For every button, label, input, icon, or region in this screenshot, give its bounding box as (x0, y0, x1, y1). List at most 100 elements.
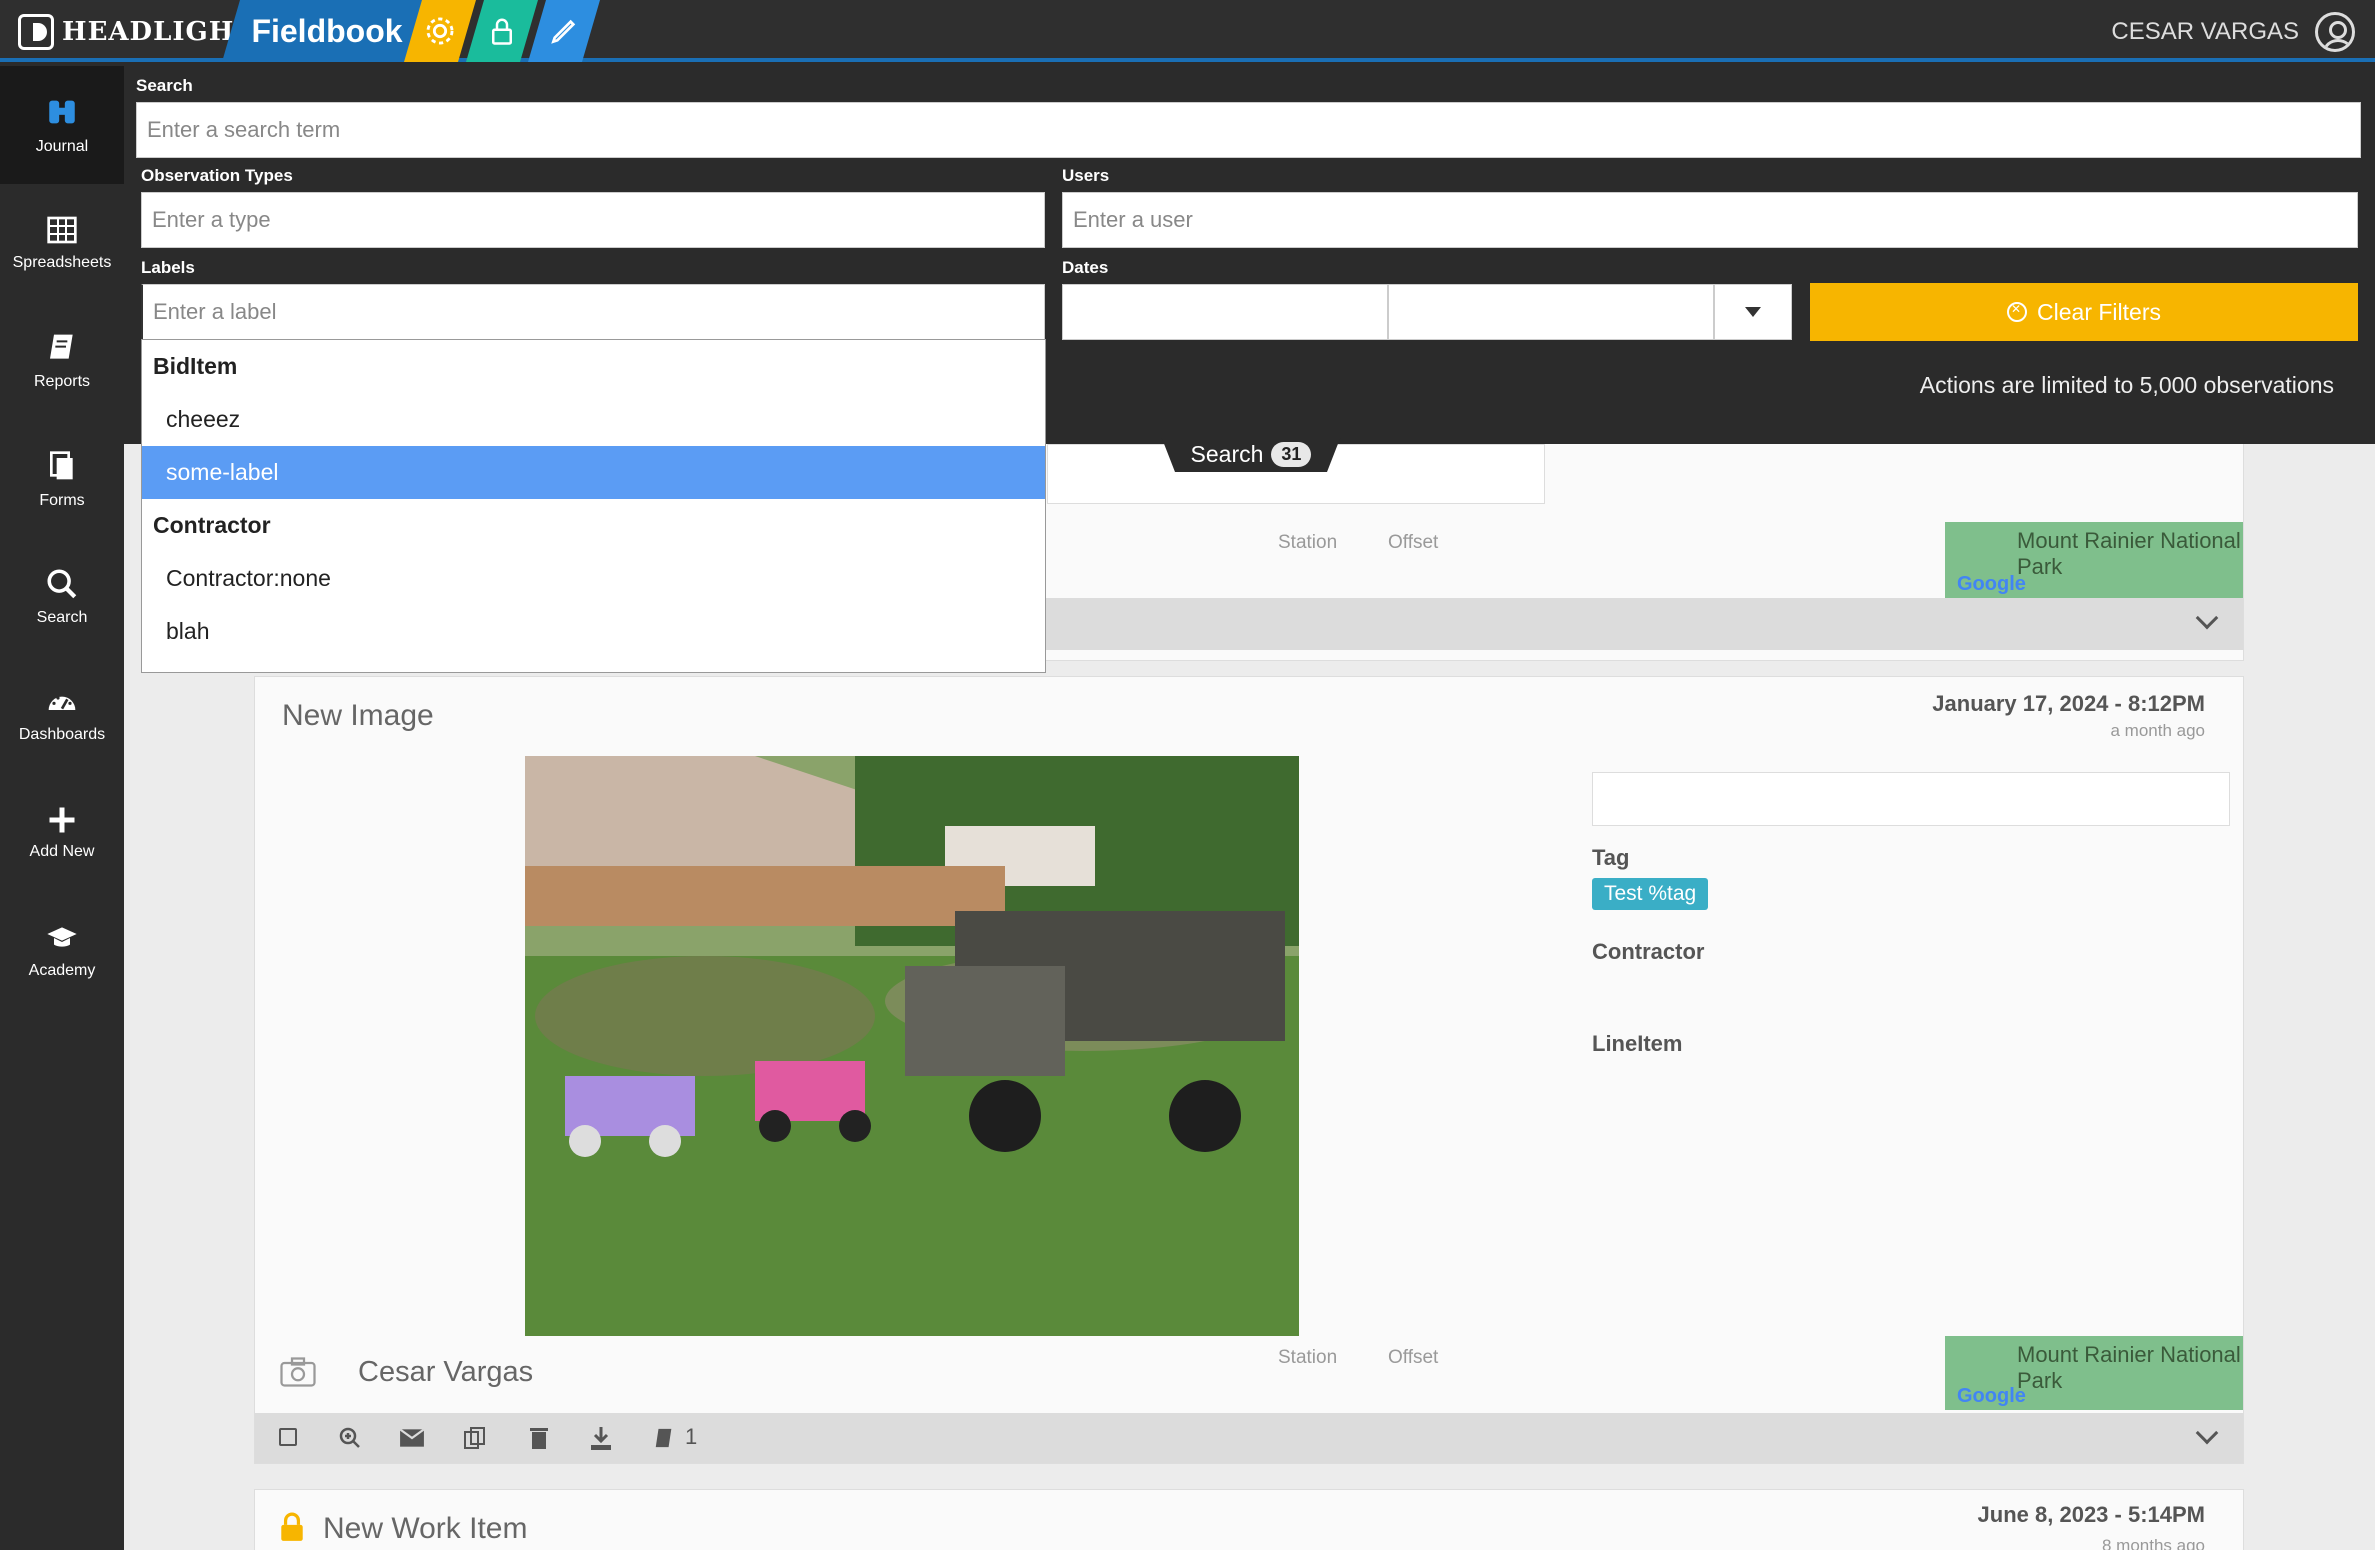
pen-icon (548, 15, 580, 47)
sidebar-item-label: Forms (39, 492, 85, 509)
dashboard-icon (48, 696, 76, 710)
sidebar-item-journal[interactable]: Journal (0, 66, 124, 184)
sidebar-item-label: Reports (33, 373, 91, 390)
search-results-tab[interactable]: Search 31 (1161, 436, 1341, 472)
sidebar-item-label: Academy (28, 962, 96, 979)
trash-icon[interactable] (529, 1426, 549, 1450)
gear-icon (423, 14, 457, 48)
start-date-input[interactable] (1062, 284, 1388, 340)
report-book-icon[interactable] (653, 1427, 675, 1449)
sidebar-item-forms[interactable]: Forms (0, 420, 124, 538)
dropdown-option[interactable]: cheeez (142, 393, 1045, 446)
user-avatar-icon (2315, 12, 2355, 52)
sidebar-item-reports[interactable]: Reports (0, 302, 124, 420)
chevron-down-icon[interactable] (2195, 1421, 2219, 1445)
user-menu[interactable]: CESAR VARGAS (2111, 12, 2355, 52)
observation-card-new-work-item[interactable]: New Work Item June 8, 2023 - 5:14PM 8 mo… (254, 1489, 2244, 1550)
sidebar-item-academy[interactable]: Academy (0, 892, 124, 1010)
app-name[interactable]: Fieldbook (222, 0, 432, 62)
map-thumbnail[interactable]: Mount Rainier National Park Google (1945, 1336, 2243, 1410)
download-icon[interactable] (589, 1425, 613, 1451)
sidebar-item-spreadsheets[interactable]: Spreadsheets (0, 184, 124, 302)
user-name: CESAR VARGAS (2111, 18, 2299, 45)
card-relative-date: 8 months ago (2101, 1536, 2205, 1550)
headlight-logo-icon (18, 14, 54, 50)
camera-icon (280, 1357, 316, 1387)
lock-mode-tab[interactable] (466, 0, 538, 62)
observation-types-input[interactable]: Enter a type (141, 192, 1045, 248)
sidebar-item-dashboards[interactable]: Dashboards (0, 656, 124, 774)
lock-icon (281, 1512, 303, 1541)
copy-icon[interactable] (463, 1426, 487, 1450)
report-count: 1 (685, 1424, 698, 1449)
google-logo: Google (1957, 1385, 2026, 1407)
offset-label: Offset (1388, 532, 1439, 553)
zoom-in-icon[interactable] (338, 1426, 362, 1450)
card-title: New Work Item (323, 1512, 528, 1545)
card-relative-date: a month ago (2110, 721, 2205, 740)
dropdown-option[interactable]: Contractor:none (142, 552, 1045, 605)
card-author: Cesar Vargas (358, 1356, 534, 1388)
tag-badge[interactable]: Test %tag (1592, 878, 1709, 910)
labels-dropdown: BidItem cheeez some-label Contractor Con… (141, 339, 1046, 673)
observation-text-field[interactable] (1592, 772, 2230, 826)
card-action-bar: 1 (255, 1413, 2243, 1463)
lineitem-label: LineItem (1592, 1031, 1683, 1056)
search-icon (47, 569, 77, 599)
dropdown-option[interactable]: blah (142, 605, 1045, 658)
table-icon (47, 216, 77, 244)
station-label: Station (1278, 1347, 1338, 1368)
clear-filters-button[interactable]: Clear Filters (1810, 283, 2358, 341)
clear-filters-label: Clear Filters (2037, 298, 2161, 325)
dropdown-group-header: Contractor (153, 512, 271, 538)
date-range-dropdown[interactable] (1714, 284, 1792, 340)
search-tab-label: Search (1190, 440, 1264, 467)
limit-notice: Actions are limited to 5,000 observation… (1919, 372, 2334, 398)
offset-label: Offset (1388, 1347, 1439, 1368)
select-checkbox[interactable] (279, 1428, 297, 1446)
sidebar-item-label: Dashboards (18, 726, 106, 743)
dropdown-option-selected[interactable]: some-label (142, 446, 1045, 499)
users-label: Users (1062, 166, 1110, 185)
observation-types-label: Observation Types (141, 166, 293, 185)
dates-label: Dates (1062, 258, 1109, 277)
close-circle-icon (2007, 302, 2028, 322)
card-date: June 8, 2023 - 5:14PM (1977, 1502, 2205, 1527)
forms-icon (50, 451, 73, 480)
binoculars-icon (49, 100, 75, 124)
lock-icon (487, 14, 517, 48)
users-input[interactable]: Enter a user (1062, 192, 2358, 248)
labels-input[interactable]: Enter a label (141, 284, 1045, 340)
map-label: Mount Rainier National Park (2017, 1342, 2241, 1393)
logo-text: HEADLIGHT (62, 17, 255, 47)
station-label: Station (1278, 532, 1338, 553)
plus-icon (49, 807, 75, 833)
tag-label: Tag (1592, 845, 1630, 870)
map-label: Mount Rainier National Park (2017, 528, 2241, 579)
contractor-label: Contractor (1592, 939, 1705, 964)
google-logo: Google (1957, 573, 2026, 595)
observation-photo[interactable] (525, 756, 1299, 1336)
sidebar-item-label: Search (36, 609, 88, 626)
sidebar-item-label: Journal (35, 138, 89, 155)
pen-mode-tab[interactable] (528, 0, 600, 62)
chevron-down-icon[interactable] (2195, 606, 2219, 630)
observation-card-new-image[interactable]: New Image January 17, 2024 - 8:12PM a mo… (254, 676, 2244, 1464)
search-input[interactable]: Enter a search term (136, 102, 2361, 158)
map-thumbnail[interactable]: Mount Rainier National Park Google (1945, 522, 2243, 598)
sidebar-item-label: Spreadsheets (12, 254, 112, 271)
card-title: New Image (282, 699, 434, 732)
photo-image (525, 756, 1299, 1336)
headlight-logo[interactable]: HEADLIGHT (18, 12, 255, 52)
sidebar-item-search[interactable]: Search (0, 538, 124, 656)
email-icon[interactable] (399, 1427, 425, 1449)
book-icon (50, 334, 73, 359)
dropdown-group-header: BidItem (153, 353, 238, 379)
labels-label: Labels (141, 258, 195, 277)
sidebar-item-label: Add New (29, 843, 95, 860)
search-label: Search (136, 76, 193, 95)
sidebar-item-add-new[interactable]: Add New (0, 774, 124, 892)
end-date-input[interactable] (1388, 284, 1714, 340)
sidebar: Journal Spreadsheets Reports Forms Searc… (0, 66, 124, 1550)
top-bar: HEADLIGHT Fieldbook CESAR VARGAS (0, 0, 2375, 62)
